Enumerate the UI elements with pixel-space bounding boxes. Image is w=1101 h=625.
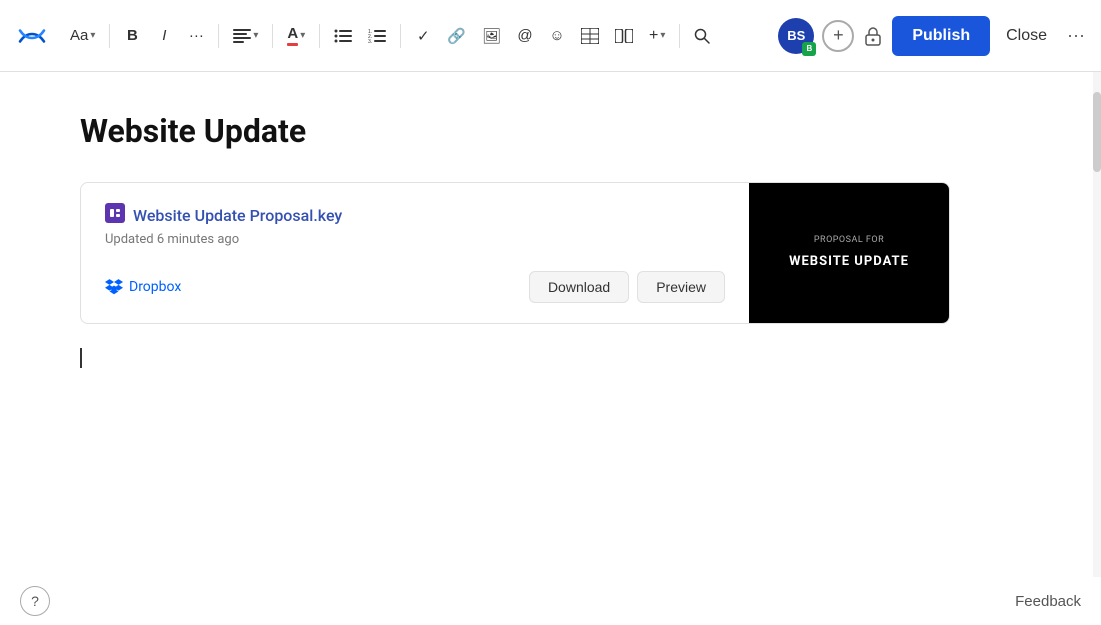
bullet-list-icon	[334, 29, 352, 43]
confluence-logo-icon	[18, 22, 46, 50]
align-icon	[233, 29, 251, 43]
page-title: Website Update	[80, 112, 1021, 150]
align-arrow: ▾	[253, 30, 258, 41]
file-name-link[interactable]: Website Update Proposal.key	[105, 203, 725, 228]
editor-cursor	[80, 348, 1021, 372]
scrollbar-thumb[interactable]	[1093, 92, 1101, 172]
add-collaborator-button[interactable]: +	[822, 20, 854, 52]
feedback-button[interactable]: Feedback	[1015, 593, 1081, 610]
file-name-text: Website Update Proposal.key	[133, 206, 342, 225]
file-type-icon	[105, 203, 125, 228]
mention-button[interactable]: @	[511, 20, 539, 52]
close-button[interactable]: Close	[998, 23, 1055, 49]
lock-button[interactable]	[862, 25, 884, 47]
font-size-label: Aa	[70, 27, 88, 44]
check-button[interactable]: ✓	[409, 20, 437, 52]
avatar-initials: BS	[787, 28, 805, 43]
avatar-badge: B	[802, 42, 816, 56]
font-size-button[interactable]: Aa ▾	[64, 20, 101, 52]
more-text-label: ···	[189, 27, 204, 44]
search-icon	[694, 28, 710, 44]
emoji-icon: ☺	[549, 27, 564, 44]
scrollbar-track[interactable]	[1093, 72, 1101, 625]
numbered-list-button[interactable]: 1. 2. 3.	[362, 20, 392, 52]
numbered-list-icon: 1. 2. 3.	[368, 29, 386, 43]
file-card-bottom: Dropbox Download Preview	[105, 271, 725, 303]
toolbar: Aa ▾ B I ··· ▾ A ▾	[0, 0, 1101, 72]
table-icon	[581, 28, 599, 44]
font-color-icon: A	[287, 25, 298, 46]
layout-icon	[615, 29, 633, 43]
check-icon: ✓	[417, 27, 430, 45]
preview-button[interactable]: Preview	[637, 271, 725, 303]
italic-button[interactable]: I	[150, 20, 178, 52]
mention-icon: @	[517, 27, 532, 44]
keynote-icon	[105, 203, 125, 223]
download-button[interactable]: Download	[529, 271, 629, 303]
bullet-list-button[interactable]	[328, 20, 358, 52]
publish-button[interactable]: Publish	[892, 16, 990, 56]
thumb-label-small: PROPOSAL FOR	[814, 235, 884, 245]
svg-text:3.: 3.	[368, 39, 372, 43]
divider-1	[109, 24, 110, 48]
align-button[interactable]: ▾	[227, 20, 264, 52]
image-icon: 🖼	[482, 27, 501, 45]
color-underline	[287, 43, 298, 46]
italic-label: I	[162, 27, 166, 44]
divider-3	[272, 24, 273, 48]
file-card-top: Website Update Proposal.key Updated 6 mi…	[105, 203, 725, 247]
font-size-arrow: ▾	[90, 30, 95, 41]
insert-icon: +	[649, 27, 658, 45]
image-button[interactable]: 🖼	[476, 20, 507, 52]
help-icon: ?	[31, 593, 39, 609]
divider-5	[400, 24, 401, 48]
toolbar-right: BS B + Publish Close ···	[778, 16, 1089, 56]
bold-label: B	[127, 27, 138, 44]
file-card-info: Website Update Proposal.key Updated 6 mi…	[81, 183, 749, 323]
file-card: Website Update Proposal.key Updated 6 mi…	[80, 182, 950, 324]
insert-arrow: ▾	[660, 30, 665, 41]
bottom-bar: ? Feedback	[0, 577, 1101, 625]
divider-4	[319, 24, 320, 48]
lock-icon	[862, 25, 884, 47]
font-color-button[interactable]: A ▾	[281, 20, 311, 52]
font-color-label: A	[287, 25, 298, 42]
user-avatar-button[interactable]: BS B	[778, 18, 814, 54]
link-button[interactable]: 🔗	[441, 20, 472, 52]
more-options-button[interactable]: ···	[1063, 21, 1089, 50]
dropbox-link[interactable]: Dropbox	[105, 279, 181, 295]
plus-icon: +	[833, 25, 844, 46]
dropbox-label: Dropbox	[129, 279, 181, 295]
thumb-label-big: WEBSITE UPDATE	[789, 253, 909, 271]
editor-area[interactable]: Website Update Website Upd	[0, 72, 1101, 625]
cursor-blink	[80, 348, 82, 368]
card-actions: Download Preview	[529, 271, 725, 303]
table-button[interactable]	[575, 20, 605, 52]
logo-button[interactable]	[12, 20, 52, 52]
emoji-button[interactable]: ☺	[543, 20, 571, 52]
layout-button[interactable]	[609, 20, 639, 52]
font-color-arrow: ▾	[300, 30, 305, 41]
search-button[interactable]	[688, 20, 716, 52]
file-thumbnail: PROPOSAL FOR WEBSITE UPDATE	[749, 183, 949, 323]
dropbox-icon	[105, 279, 123, 295]
insert-button[interactable]: + ▾	[643, 20, 671, 52]
help-button[interactable]: ?	[20, 586, 50, 616]
main-content: Website Update Website Upd	[0, 72, 1101, 625]
more-options-icon: ···	[1067, 25, 1085, 45]
divider-2	[218, 24, 219, 48]
divider-6	[679, 24, 680, 48]
file-updated-text: Updated 6 minutes ago	[105, 232, 725, 247]
link-icon: 🔗	[447, 27, 466, 45]
bold-button[interactable]: B	[118, 20, 146, 52]
more-text-button[interactable]: ···	[182, 20, 210, 52]
